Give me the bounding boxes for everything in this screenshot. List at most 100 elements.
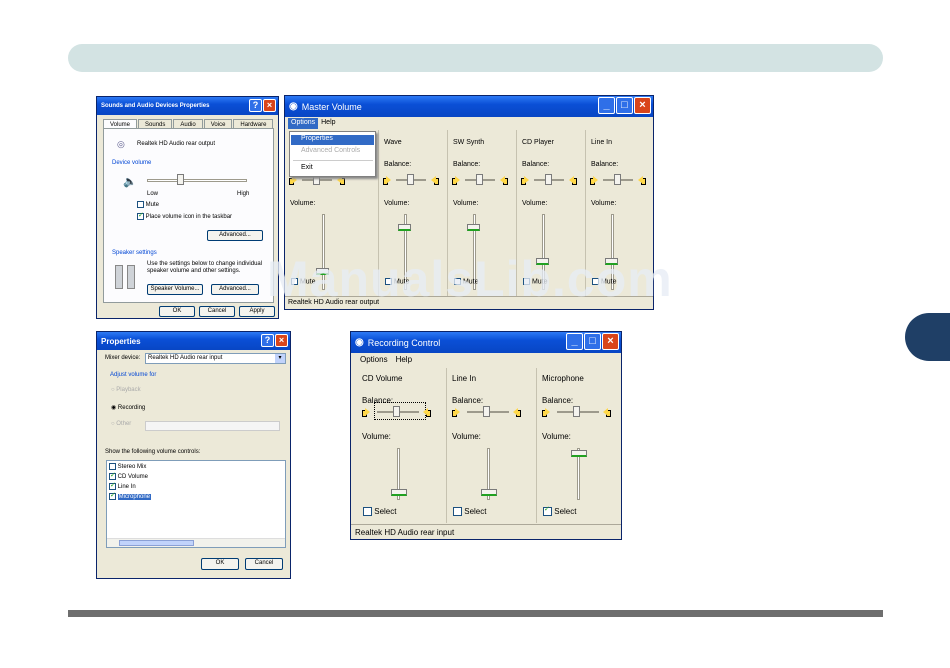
- close-button[interactable]: ×: [602, 333, 619, 350]
- advanced-button[interactable]: Advanced...: [207, 230, 263, 241]
- scroll-thumb[interactable]: [119, 540, 194, 546]
- device-volume-thumb[interactable]: [177, 174, 184, 185]
- balance-thumb[interactable]: [573, 406, 580, 417]
- menu-item-properties[interactable]: Properties: [291, 135, 374, 145]
- sound-properties-titlebar: Sounds and Audio Devices Properties ? ×: [97, 97, 278, 115]
- cancel-button[interactable]: Cancel: [245, 558, 283, 570]
- speaker-left-icon: [521, 176, 529, 185]
- select-checkbox[interactable]: Select: [453, 507, 486, 517]
- minimize-button[interactable]: _: [566, 333, 583, 350]
- mixer-device-label: Mixer device:: [105, 355, 141, 361]
- menu-item-advanced-controls[interactable]: Advanced Controls: [291, 147, 374, 157]
- playback-radio[interactable]: ○ Playback: [111, 387, 141, 393]
- low-label: Low: [147, 191, 159, 197]
- column-name: CD Player: [522, 139, 554, 146]
- volume-thumb[interactable]: [397, 224, 411, 232]
- controls-list[interactable]: Stereo Mix CD Volume Line In Microphone: [106, 460, 286, 548]
- other-select[interactable]: [145, 421, 280, 431]
- properties-titlebar: Properties ? ×: [97, 332, 290, 350]
- balance-thumb[interactable]: [614, 174, 621, 185]
- volume-thumb[interactable]: [604, 258, 618, 266]
- advanced-speaker-button[interactable]: Advanced...: [211, 284, 259, 295]
- device-name: Realtek HD Audio rear output: [137, 141, 216, 147]
- balance-label: Balance:: [452, 396, 484, 405]
- recording-radio[interactable]: ◉ Recording: [111, 404, 145, 411]
- close-button[interactable]: ×: [634, 97, 651, 114]
- window-title: Master Volume: [301, 101, 362, 112]
- volume-label: Volume:: [290, 200, 316, 207]
- mute-label: Mute: [462, 278, 479, 286]
- list-item-label: CD Volume: [117, 474, 149, 481]
- window-title: Sounds and Audio Devices Properties: [101, 103, 210, 109]
- volume-track[interactable]: [322, 214, 325, 290]
- device-volume-track[interactable]: [147, 179, 247, 182]
- place-icon-checkbox[interactable]: Place volume icon in the taskbar: [137, 211, 232, 220]
- mute-checkbox[interactable]: Mute: [592, 278, 617, 285]
- balance-thumb[interactable]: [407, 174, 414, 185]
- volume-thumb[interactable]: [391, 488, 407, 496]
- volume-label: Volume:: [591, 200, 617, 207]
- list-item-label: Microphone: [117, 494, 152, 501]
- volume-label: Volume:: [362, 432, 391, 441]
- ok-button[interactable]: OK: [201, 558, 239, 570]
- speaker-right-icon: [423, 408, 431, 417]
- minimize-button[interactable]: _: [598, 97, 615, 114]
- speaker-volume-button[interactable]: Speaker Volume...: [147, 284, 203, 295]
- volume-thumb[interactable]: [316, 268, 329, 276]
- mute-checkbox[interactable]: Mute: [137, 201, 159, 208]
- column-name: Microphone: [542, 374, 584, 383]
- mute-checkbox[interactable]: Mute: [291, 278, 316, 285]
- menu-help[interactable]: Help: [318, 118, 338, 129]
- select-checkbox[interactable]: Select: [363, 507, 397, 517]
- mute-label: Mute: [600, 278, 617, 286]
- balance-thumb[interactable]: [476, 174, 483, 185]
- list-item[interactable]: Stereo Mix: [109, 463, 146, 470]
- speaker-left-icon: [590, 176, 598, 185]
- volume-thumb[interactable]: [481, 488, 497, 496]
- mute-label: Mute: [299, 278, 316, 286]
- mute-checkbox[interactable]: Mute: [523, 278, 548, 285]
- volume-thumb[interactable]: [571, 450, 587, 458]
- menu-options[interactable]: Options: [288, 118, 319, 129]
- other-radio[interactable]: ○ Other: [111, 421, 131, 427]
- balance-thumb[interactable]: [545, 174, 552, 185]
- sound-properties-window: Sounds and Audio Devices Properties ? × …: [96, 96, 279, 319]
- mixer-column: Microphone Balance: Volume: Select: [537, 368, 621, 523]
- volume-thumb[interactable]: [466, 224, 480, 232]
- mixer-column: SW Synth Balance: Volume: Mute: [448, 130, 517, 296]
- list-item[interactable]: CD Volume: [109, 471, 149, 481]
- status-bar: Realtek HD Audio rear output: [285, 296, 653, 309]
- cancel-button[interactable]: Cancel: [199, 306, 235, 317]
- apply-button[interactable]: Apply: [239, 306, 275, 317]
- select-checkbox[interactable]: Select: [543, 505, 576, 517]
- menu-options[interactable]: Options: [356, 354, 392, 366]
- speaker-left-icon: [362, 408, 370, 417]
- menu-help[interactable]: Help: [392, 354, 416, 366]
- mute-checkbox[interactable]: Mute: [454, 278, 479, 285]
- close-button[interactable]: ×: [263, 99, 276, 112]
- volume-thumb[interactable]: [535, 258, 549, 266]
- mixer-device-select[interactable]: Realtek HD Audio rear input ▾: [145, 353, 286, 364]
- balance-label: Balance:: [542, 396, 574, 405]
- help-button[interactable]: ?: [261, 334, 274, 347]
- help-button[interactable]: ?: [249, 99, 262, 112]
- ok-button[interactable]: OK: [159, 306, 195, 317]
- mute-checkbox[interactable]: Mute: [385, 278, 410, 285]
- list-item[interactable]: Microphone: [109, 491, 152, 501]
- column-name: CD Volume: [362, 374, 403, 383]
- list-item[interactable]: Line In: [109, 481, 136, 490]
- maximize-button[interactable]: □: [616, 97, 633, 114]
- speaker-left-icon: [383, 176, 391, 185]
- menu-item-exit[interactable]: Exit: [291, 164, 374, 174]
- device-volume-label: Device volume: [112, 160, 152, 166]
- horizontal-scrollbar[interactable]: [107, 538, 285, 547]
- column-name: SW Synth: [453, 139, 485, 146]
- speaker-image-2: [127, 265, 135, 289]
- list-item-label: Stereo Mix: [117, 464, 147, 471]
- maximize-button[interactable]: □: [584, 333, 601, 350]
- close-button[interactable]: ×: [275, 334, 288, 347]
- balance-thumb[interactable]: [483, 406, 490, 417]
- speaker-right-icon: [513, 408, 521, 417]
- balance-thumb[interactable]: [393, 406, 400, 417]
- select-label: Select: [374, 507, 397, 516]
